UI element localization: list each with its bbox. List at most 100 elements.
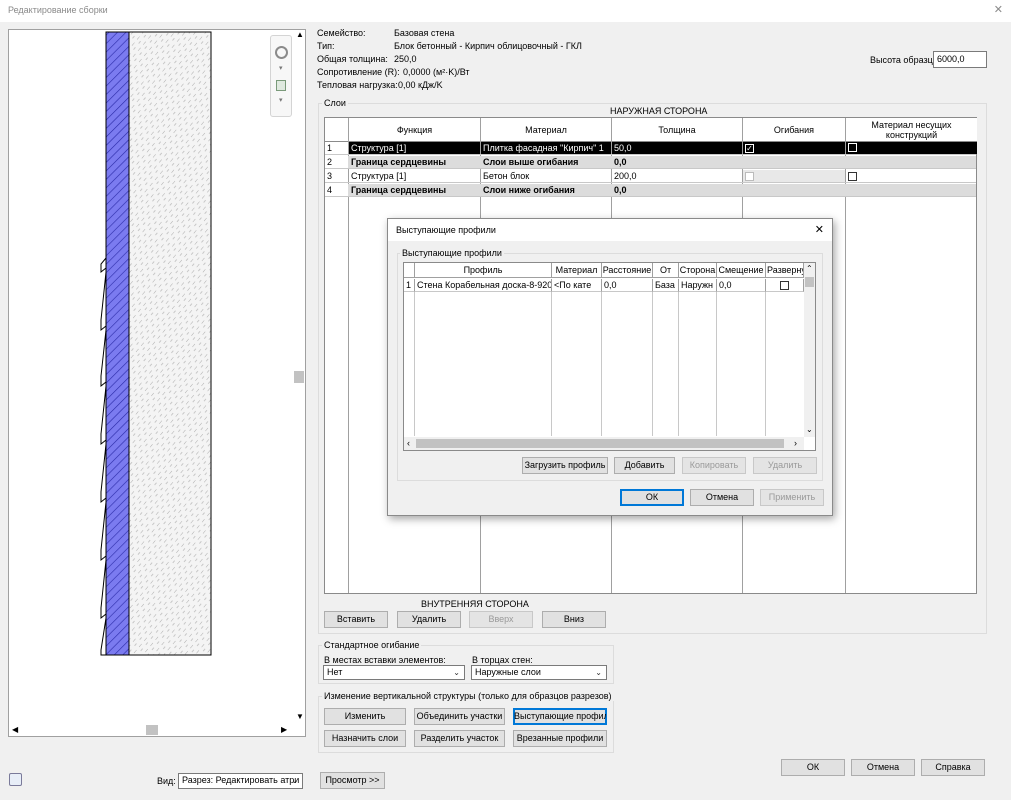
structural-checkbox[interactable] (848, 143, 857, 152)
dialog-apply-button[interactable]: Применить (760, 489, 824, 506)
table-vertical-scrollbar[interactable]: ⌃ ⌄ (804, 263, 815, 437)
column-header-flip[interactable]: Развернуть (766, 263, 804, 278)
move-down-button[interactable]: Вниз (542, 611, 606, 628)
row-side[interactable]: Наружн (679, 279, 717, 292)
row-thickness[interactable]: 0,0 (612, 184, 742, 196)
column-header-material[interactable]: Материал (481, 118, 611, 142)
row-material[interactable]: Слои выше огибания (481, 156, 611, 168)
row-function[interactable]: Граница сердцевины (349, 156, 480, 168)
scroll-thumb[interactable] (294, 371, 304, 383)
add-button[interactable]: Добавить (614, 457, 675, 474)
scroll-up-icon[interactable]: ⌃ (806, 264, 813, 273)
dialog-ok-button[interactable]: ОК (620, 489, 684, 506)
column-header-structural-material[interactable]: Материал несущих конструкций (846, 118, 977, 142)
scroll-down-icon[interactable]: ▼ (296, 712, 304, 721)
move-up-button[interactable]: Вверх (469, 611, 533, 628)
table-row[interactable]: 2 Граница сердцевины Слои выше огибания … (325, 156, 976, 169)
wrap-checkbox[interactable] (745, 172, 754, 182)
column-header-profile[interactable]: Профиль (415, 263, 552, 278)
column-header-from[interactable]: От (653, 263, 679, 278)
table-row[interactable]: 4 Граница сердцевины Слои ниже огибания … (325, 184, 976, 197)
row-thickness[interactable]: 50,0 (612, 142, 742, 154)
scroll-thumb[interactable] (146, 725, 158, 735)
family-label: Семейство: (317, 28, 366, 38)
inserts-select[interactable]: Нет ⌄ (323, 665, 465, 680)
cancel-button[interactable]: Отмена (851, 759, 915, 776)
bottom-left-nav-icon[interactable] (9, 773, 22, 786)
dialog-close-button[interactable]: ✕ (815, 223, 824, 236)
chevron-down-icon: ⌄ (453, 668, 460, 677)
preview-horizontal-scrollbar[interactable]: ◀ ▶ (8, 724, 293, 737)
delete-layer-button[interactable]: Удалить (397, 611, 461, 628)
row-material[interactable]: Слои ниже огибания (481, 184, 611, 196)
row-offset[interactable]: 0,0 (717, 279, 766, 292)
merge-regions-button[interactable]: Объединить участки (414, 708, 505, 725)
row-structural[interactable] (846, 142, 977, 154)
column-header-material[interactable]: Материал (552, 263, 602, 278)
table-row[interactable]: 3 Структура [1] Бетон блок 200,0 (325, 170, 976, 183)
table-row[interactable]: 1 Структура [1] Плитка фасадная "Кирпич"… (325, 142, 977, 155)
row-wraps[interactable] (743, 170, 845, 182)
scroll-left-icon[interactable]: ‹ (407, 438, 410, 448)
sample-height-input[interactable]: 6000,0 (933, 51, 987, 68)
column-header-distance[interactable]: Расстояние (602, 263, 653, 278)
reveals-button[interactable]: Врезанные профили (513, 730, 607, 747)
column-header-side[interactable]: Сторона (679, 263, 717, 278)
row-thickness[interactable]: 200,0 (612, 170, 742, 182)
row-profile[interactable]: Стена Корабельная доска-8-920 : (415, 279, 552, 292)
preview-panel[interactable] (8, 29, 306, 737)
assign-layers-button[interactable]: Назначить слои (324, 730, 406, 747)
preview-button[interactable]: Просмотр >> (320, 772, 385, 789)
modify-button[interactable]: Изменить (324, 708, 406, 725)
copy-button[interactable]: Копировать (682, 457, 746, 474)
row-distance[interactable]: 0,0 (602, 279, 653, 292)
row-function[interactable]: Структура [1] (349, 170, 480, 182)
sweeps-button[interactable]: Выступающие профили (513, 708, 607, 725)
scroll-thumb[interactable] (416, 439, 784, 448)
zoom-icon[interactable] (276, 80, 286, 91)
row-structural[interactable] (846, 170, 977, 182)
row-material[interactable]: Плитка фасадная "Кирпич" 1 (481, 142, 611, 154)
structural-checkbox[interactable] (848, 172, 857, 182)
table-horizontal-scrollbar[interactable]: ‹ › (404, 437, 804, 450)
scroll-left-icon[interactable]: ◀ (12, 725, 18, 734)
row-material[interactable]: <По кате (552, 279, 602, 292)
ok-button[interactable]: ОК (781, 759, 845, 776)
window-titlebar: Редактирование сборки ✕ (0, 0, 1011, 22)
window-close-button[interactable]: ✕ (994, 3, 1003, 16)
load-profile-button[interactable]: Загрузить профиль (522, 457, 608, 474)
column-header-wraps[interactable]: Огибания (743, 118, 845, 142)
row-function[interactable]: Структура [1] (349, 142, 480, 154)
preview-vertical-scrollbar[interactable]: ▲ ▼ (293, 29, 306, 729)
split-region-button[interactable]: Разделить участок (414, 730, 505, 747)
scroll-down-icon[interactable]: ⌄ (806, 425, 813, 434)
view-select[interactable]: Разрез: Редактировать атри ⌄ (178, 773, 303, 789)
flip-checkbox[interactable] (780, 281, 789, 291)
row-wraps[interactable]: ✓ (743, 142, 845, 154)
dropdown-chevron-icon[interactable]: ▾ (279, 64, 283, 72)
dialog-cancel-button[interactable]: Отмена (690, 489, 754, 506)
help-button[interactable]: Справка (921, 759, 985, 776)
dropdown-chevron-icon[interactable]: ▾ (279, 96, 283, 104)
ends-select[interactable]: Наружные слои ⌄ (471, 665, 607, 680)
column-header-offset[interactable]: Смещение (717, 263, 766, 278)
column-header-thickness[interactable]: Толщина (612, 118, 742, 142)
scroll-thumb[interactable] (805, 277, 814, 287)
row-material[interactable]: Бетон блок (481, 170, 611, 182)
delete-profile-button[interactable]: Удалить (753, 457, 817, 474)
row-function[interactable]: Граница сердцевины (349, 184, 480, 196)
wrap-checkbox-checked[interactable]: ✓ (745, 144, 754, 153)
thickness-value: 250,0 (394, 54, 417, 64)
type-label: Тип: (317, 41, 335, 51)
scroll-up-icon[interactable]: ▲ (296, 30, 304, 39)
steering-wheel-icon[interactable] (275, 46, 288, 59)
row-flip[interactable] (766, 279, 804, 292)
ends-label: В торцах стен: (472, 655, 533, 665)
scroll-right-icon[interactable]: › (794, 438, 797, 448)
scroll-right-icon[interactable]: ▶ (281, 725, 287, 734)
insert-button[interactable]: Вставить (324, 611, 388, 628)
column-header-num (404, 263, 415, 278)
row-from[interactable]: База (653, 279, 679, 292)
column-header-function[interactable]: Функция (349, 118, 480, 142)
row-thickness[interactable]: 0,0 (612, 156, 742, 168)
